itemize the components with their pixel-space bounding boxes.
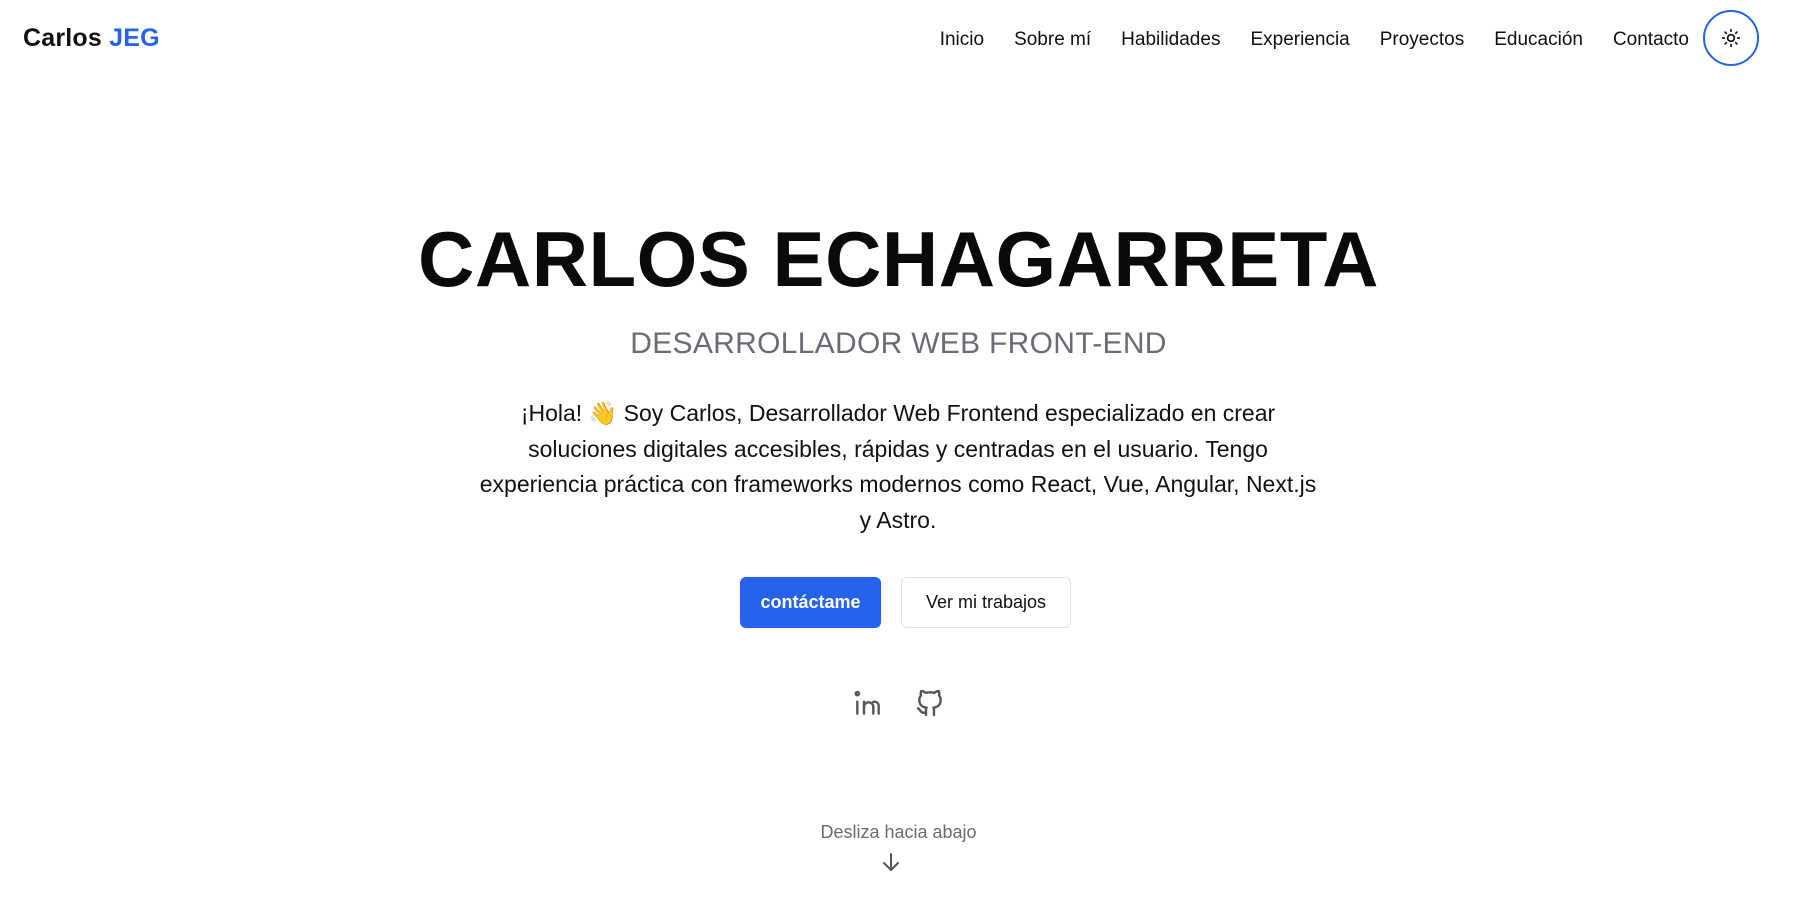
- page: Carlos JEG Inicio Sobre mí Habilidades E…: [0, 0, 1797, 903]
- site-logo[interactable]: Carlos JEG: [23, 24, 160, 53]
- scroll-hint-label: Desliza hacia abajo: [820, 822, 977, 842]
- social-links: [0, 686, 1797, 720]
- hero-name: CARLOS ECHAGARRETA: [418, 215, 1379, 303]
- logo-name: Carlos: [23, 24, 103, 52]
- nav-item-inicio[interactable]: Inicio: [940, 29, 984, 51]
- github-icon[interactable]: [913, 686, 947, 720]
- linkedin-icon[interactable]: [851, 686, 885, 720]
- sun-icon: [1721, 28, 1741, 48]
- logo-accent: JEG: [109, 24, 160, 52]
- main-nav: Inicio Sobre mí Habilidades Experiencia …: [910, 29, 1689, 51]
- nav-item-contacto[interactable]: Contacto: [1613, 29, 1689, 51]
- hero-intro: ¡Hola! 👋 Soy Carlos, Desarrollador Web F…: [479, 400, 1317, 533]
- arrow-down-icon[interactable]: [879, 850, 903, 874]
- site-header: Carlos JEG Inicio Sobre mí Habilidades E…: [0, 0, 1797, 80]
- nav-item-experiencia[interactable]: Experiencia: [1250, 29, 1349, 51]
- nav-item-sobre-mi[interactable]: Sobre mí: [1014, 29, 1091, 51]
- nav-item-proyectos[interactable]: Proyectos: [1380, 29, 1464, 51]
- hero-buttons: contáctame Ver mi trabajos: [0, 577, 1797, 628]
- contact-button[interactable]: contáctame: [740, 577, 881, 628]
- theme-toggle-button[interactable]: [1703, 10, 1759, 66]
- view-work-button[interactable]: Ver mi trabajos: [901, 577, 1071, 628]
- nav-item-habilidades[interactable]: Habilidades: [1121, 29, 1220, 51]
- nav-item-educacion[interactable]: Educación: [1494, 29, 1583, 51]
- hero-role: DESARROLLADOR WEB FRONT-END: [630, 327, 1167, 360]
